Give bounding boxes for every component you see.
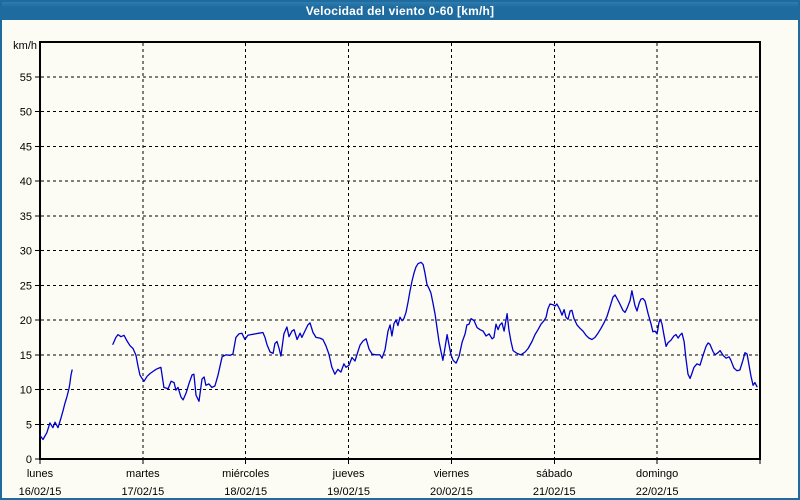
axis-labels: 0 5 10 15 20 25 30 35 40 45 50 55 km/h lunes 16/02/15 m… xyxy=(13,40,678,498)
title-bar: Velocidad del viento 0-60 [km/h] xyxy=(2,2,798,20)
x-day-label: martes xyxy=(126,468,160,480)
y-tick-label: 45 xyxy=(20,141,32,153)
y-tick-label: 15 xyxy=(20,350,32,362)
y-tick-label: 40 xyxy=(20,176,32,188)
y-tick-label: 25 xyxy=(20,280,32,292)
y-tick-label: 30 xyxy=(20,246,32,258)
y-tick-label: 10 xyxy=(20,385,32,397)
wind-speed-line xyxy=(113,262,757,401)
x-date-label: 17/02/15 xyxy=(121,486,164,498)
y-tick-label: 5 xyxy=(26,419,32,431)
wind-speed-chart: 0 5 10 15 20 25 30 35 40 45 50 55 km/h lunes 16/02/15 m… xyxy=(2,20,798,498)
y-tick-label: 50 xyxy=(20,107,32,119)
y-tick-label: 0 xyxy=(26,454,32,466)
y-axis-unit-label: km/h xyxy=(13,40,37,52)
window-title: Velocidad del viento 0-60 [km/h] xyxy=(306,4,494,18)
x-day-label: miércoles xyxy=(222,468,270,480)
x-day-label: sábado xyxy=(536,468,572,480)
x-date-label: 20/02/15 xyxy=(430,486,473,498)
x-date-label: 18/02/15 xyxy=(224,486,267,498)
y-tick-label: 20 xyxy=(20,315,32,327)
x-day-label: lunes xyxy=(27,468,54,480)
x-day-label: viernes xyxy=(434,468,470,480)
y-tick-label: 35 xyxy=(20,211,32,223)
x-date-label: 16/02/15 xyxy=(19,486,62,498)
x-day-label: domingo xyxy=(636,468,678,480)
x-date-label: 19/02/15 xyxy=(327,486,370,498)
x-date-label: 21/02/15 xyxy=(533,486,576,498)
axis-ticks xyxy=(35,77,760,464)
plot-border xyxy=(40,42,760,459)
app-window: Velocidad del viento 0-60 [km/h] 0 5 10 15 2… xyxy=(0,0,800,500)
chart-area: 0 5 10 15 20 25 30 35 40 45 50 55 km/h lunes 16/02/15 m… xyxy=(2,20,798,498)
x-day-label: jueves xyxy=(332,468,365,480)
x-date-label: 22/02/15 xyxy=(636,486,679,498)
y-tick-label: 55 xyxy=(20,72,32,84)
wind-speed-line xyxy=(40,370,72,440)
gridlines xyxy=(41,43,759,458)
